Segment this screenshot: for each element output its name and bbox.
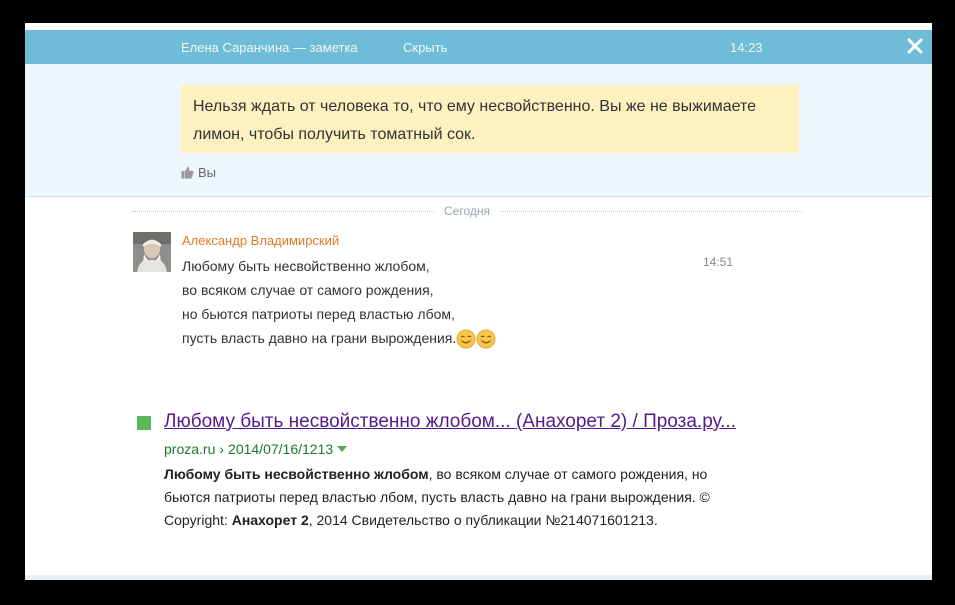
- dropdown-arrow-icon[interactable]: [337, 445, 348, 453]
- url-separator: ›: [219, 441, 225, 457]
- search-result-title-link[interactable]: Любому быть несвойственно жлобом... (Ана…: [164, 411, 736, 433]
- message-line: Любому быть несвойственно жлобом,: [182, 258, 430, 274]
- message-author[interactable]: Александр Владимирский: [182, 233, 339, 248]
- message-text: Любому быть несвойственно жлобом, во вся…: [182, 254, 702, 350]
- likes-label: Вы: [198, 165, 217, 180]
- date-divider: Сегодня: [132, 202, 802, 222]
- message-line: пусть власть давно на грани вырождения.: [182, 326, 702, 350]
- panel-bottom-edge: [25, 575, 932, 580]
- snippet-text: , 2014 Свидетельство о публикации №21407…: [308, 512, 658, 528]
- snippet-bold: Любому быть несвойственно жлобом: [164, 466, 429, 482]
- green-square-icon: [137, 416, 151, 430]
- note-header: Елена Саранчина — заметка Скрыть 14:23: [25, 30, 932, 64]
- date-divider-label: Сегодня: [434, 204, 500, 218]
- search-result-url: proza.ru › 2014/07/16/1213: [164, 441, 348, 457]
- message-line-text: пусть власть давно на грани вырождения.: [182, 330, 457, 346]
- snippet-bold: Анахорет 2: [231, 512, 309, 528]
- message-line: во всяком случае от самого рождения,: [182, 282, 434, 298]
- smiley-icon: [476, 329, 496, 349]
- url-path[interactable]: 2014/07/16/1213: [228, 441, 333, 457]
- note-section: Нельзя ждать от человека то, что ему нес…: [25, 64, 932, 197]
- thumb-up-icon: [181, 166, 194, 179]
- note-text: Нельзя ждать от человека то, что ему нес…: [181, 85, 799, 153]
- message-time: 14:51: [703, 255, 734, 269]
- note-time: 14:23: [730, 40, 763, 55]
- url-domain[interactable]: proza.ru: [164, 441, 215, 457]
- avatar[interactable]: [133, 232, 171, 272]
- hide-button[interactable]: Скрыть: [403, 40, 447, 55]
- smiley-icon: [456, 329, 476, 349]
- search-result-snippet: Любому быть несвойственно жлобом, во вся…: [164, 463, 724, 532]
- notification-panel: Елена Саранчина — заметка Скрыть 14:23 Н…: [25, 23, 932, 580]
- like-button[interactable]: Вы: [181, 165, 216, 180]
- close-icon[interactable]: [905, 36, 925, 56]
- note-author[interactable]: Елена Саранчина — заметка: [181, 40, 358, 55]
- message-line: но бьются патриоты перед властью лбом,: [182, 306, 455, 322]
